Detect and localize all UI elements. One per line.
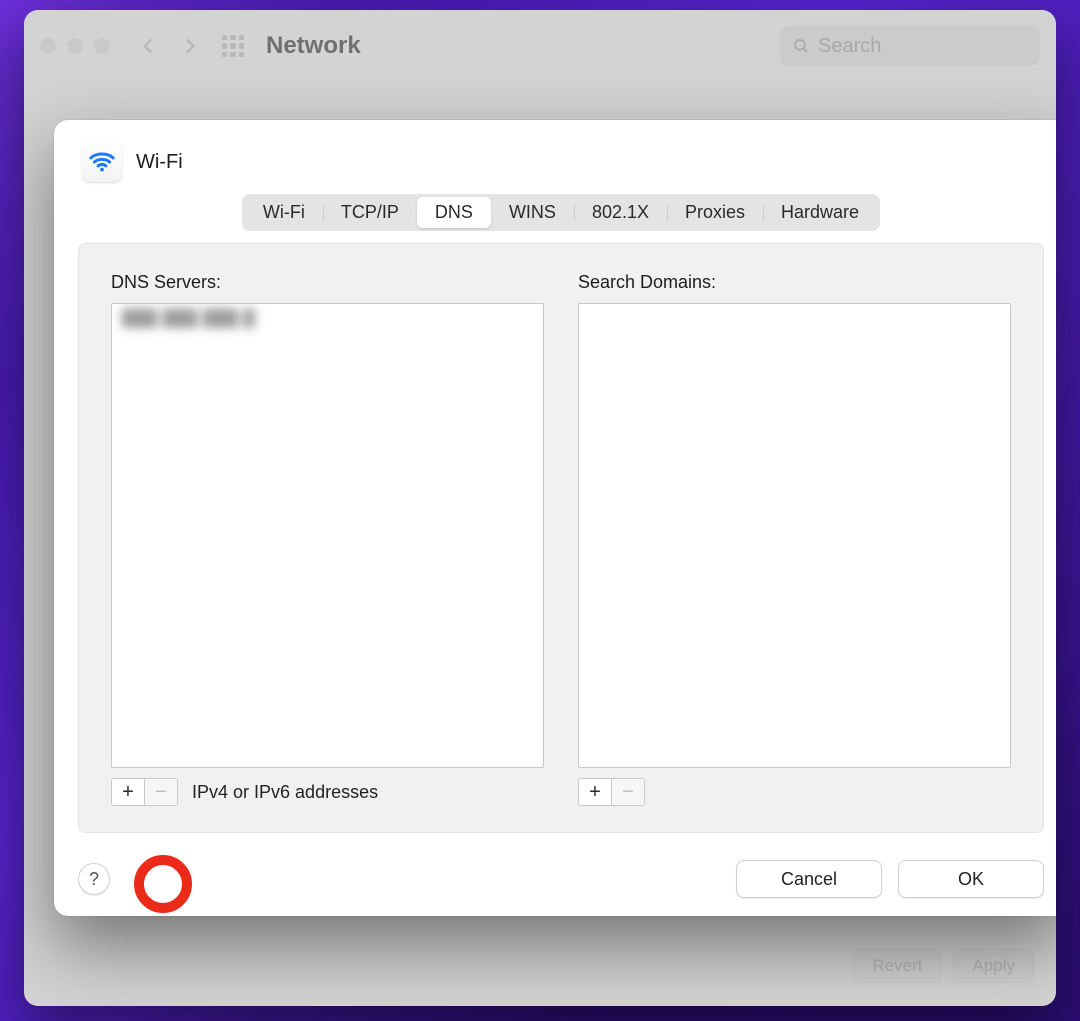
tab-proxies[interactable]: Proxies [667, 197, 763, 228]
preferences-window: Network Search Revert Apply [24, 10, 1056, 1006]
cancel-button[interactable]: Cancel [736, 860, 882, 898]
dns-settings-sheet: Wi-Fi Wi-Fi TCP/IP DNS WINS 802.1X Proxi… [54, 120, 1056, 916]
ok-button[interactable]: OK [898, 860, 1044, 898]
dns-servers-hint: IPv4 or IPv6 addresses [192, 782, 378, 803]
plus-icon: + [122, 782, 134, 802]
dns-servers-label: DNS Servers: [111, 272, 544, 293]
tab-tcpip[interactable]: TCP/IP [323, 197, 417, 228]
tab-8021x[interactable]: 802.1X [574, 197, 667, 228]
tab-dns[interactable]: DNS [417, 197, 491, 228]
add-dns-server-button[interactable]: + [112, 779, 144, 805]
remove-dns-server-button[interactable]: − [144, 779, 177, 805]
wifi-icon [82, 142, 122, 182]
search-domains-column: Search Domains: + − [578, 272, 1011, 806]
dns-servers-list[interactable]: ███ ███ ███ █ [111, 303, 544, 768]
add-search-domain-button[interactable]: + [579, 779, 611, 805]
tab-wins[interactable]: WINS [491, 197, 574, 228]
sheet-header: Wi-Fi [54, 120, 1056, 190]
search-domains-list[interactable] [578, 303, 1011, 768]
tab-bar: Wi-Fi TCP/IP DNS WINS 802.1X Proxies Har… [54, 194, 1056, 231]
tab-hardware[interactable]: Hardware [763, 197, 877, 228]
dns-servers-add-remove: + − [111, 778, 178, 806]
desktop-background: Network Search Revert Apply [0, 0, 1080, 1021]
minus-icon: − [622, 782, 634, 802]
search-domains-add-remove: + − [578, 778, 645, 806]
sheet-footer: ? Cancel OK [78, 860, 1044, 898]
help-button[interactable]: ? [78, 863, 110, 895]
list-item[interactable]: ███ ███ ███ █ [112, 304, 543, 334]
plus-icon: + [589, 782, 601, 802]
tab-wifi[interactable]: Wi-Fi [245, 197, 323, 228]
dns-group: DNS Servers: ███ ███ ███ █ + − [78, 243, 1044, 833]
minus-icon: − [155, 782, 167, 802]
sheet-title: Wi-Fi [136, 151, 183, 174]
remove-search-domain-button[interactable]: − [611, 779, 644, 805]
search-domains-label: Search Domains: [578, 272, 1011, 293]
dns-servers-column: DNS Servers: ███ ███ ███ █ + − [111, 272, 544, 806]
